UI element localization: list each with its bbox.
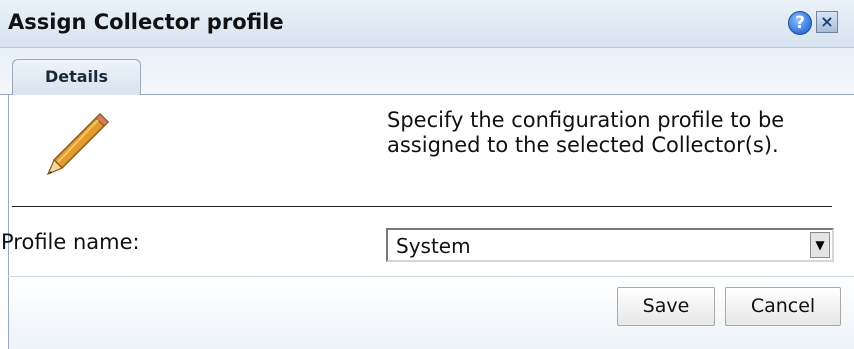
section-divider <box>12 206 832 207</box>
chevron-down-icon[interactable]: ▼ <box>810 232 830 258</box>
dialog-titlebar: Assign Collector profile ? × <box>0 0 854 48</box>
help-icon[interactable]: ? <box>788 11 812 35</box>
description-text: Specify the configuration profile to be … <box>387 108 785 157</box>
profile-name-select[interactable]: System ▼ <box>386 228 834 262</box>
cancel-button[interactable]: Cancel <box>725 287 841 326</box>
pencil-icon <box>46 112 110 176</box>
close-icon[interactable]: × <box>816 11 838 33</box>
tab-details[interactable]: Details <box>12 59 141 95</box>
dialog-title: Assign Collector profile <box>8 10 284 34</box>
profile-name-value: System <box>396 234 471 258</box>
profile-name-label: Profile name: <box>1 230 140 254</box>
assign-collector-profile-dialog: Assign Collector profile ? × Details Spe… <box>0 0 854 349</box>
save-button[interactable]: Save <box>617 287 715 326</box>
tab-strip: Details <box>0 48 854 95</box>
